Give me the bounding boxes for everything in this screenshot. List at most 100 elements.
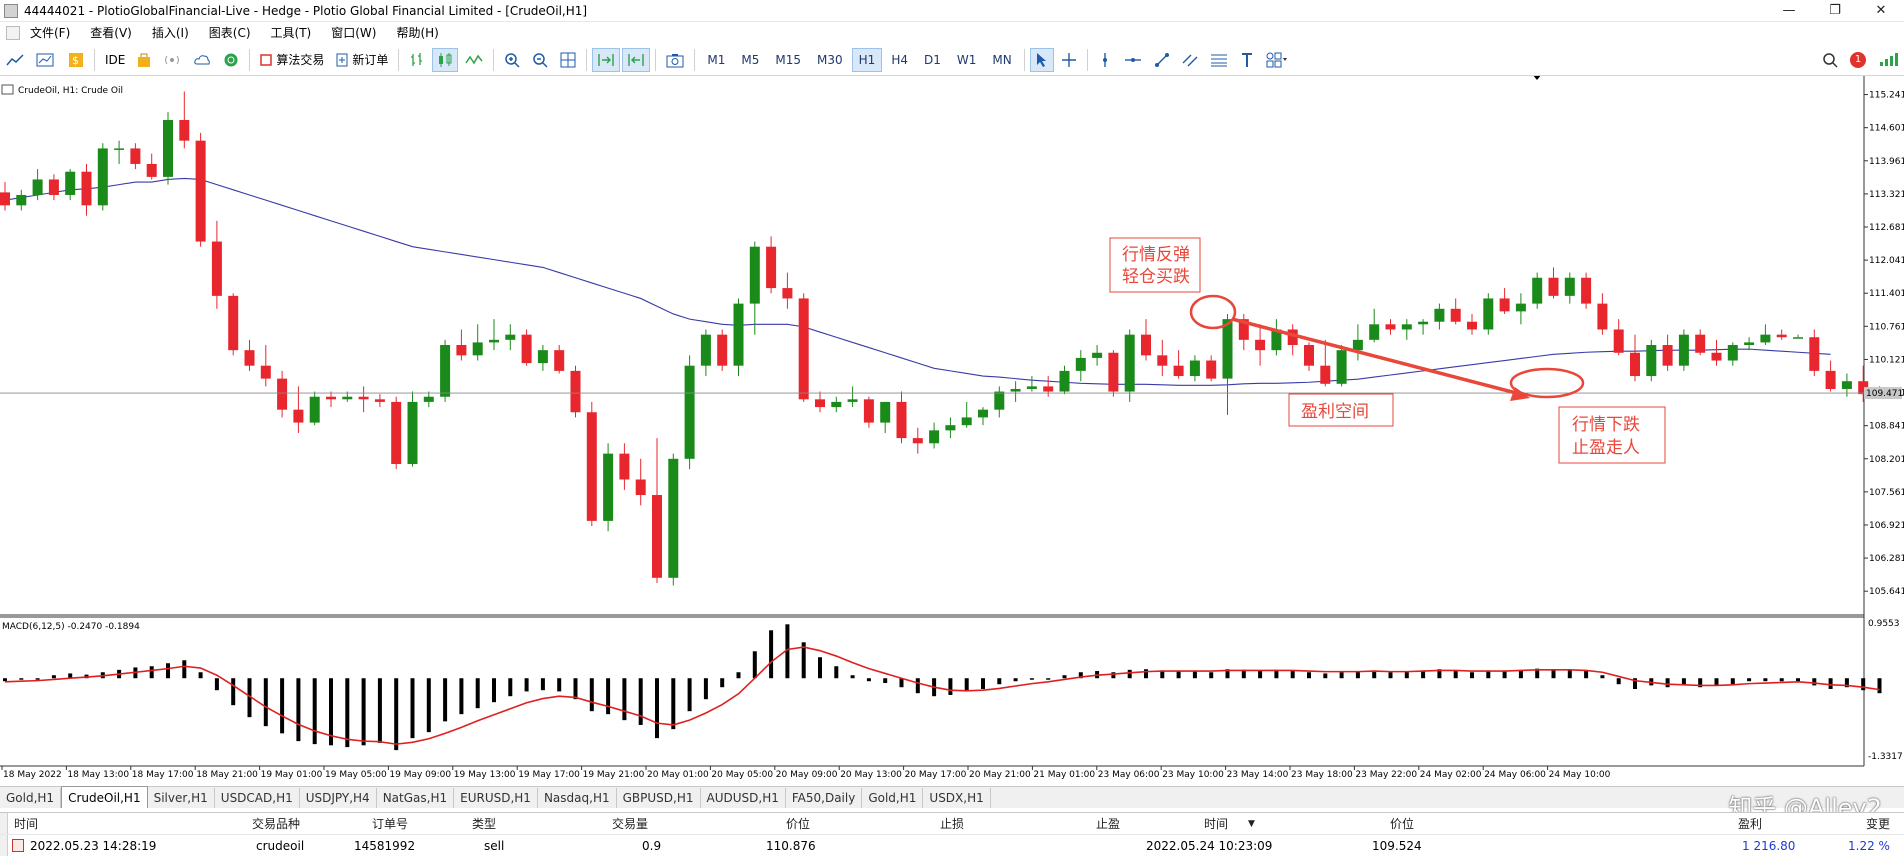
- timeframe-h4[interactable]: H4: [884, 48, 915, 72]
- horizontal-line-icon[interactable]: [1119, 48, 1147, 72]
- candle-body: [0, 192, 10, 206]
- trendline-icon[interactable]: [1149, 48, 1175, 72]
- signal-strength-icon[interactable]: [1873, 48, 1903, 72]
- col-header-tp[interactable]: 止盈: [1096, 813, 1120, 835]
- candle: [1434, 303, 1445, 330]
- bag-icon[interactable]: [132, 48, 156, 72]
- timeframe-m5[interactable]: M5: [734, 48, 766, 72]
- chart-properties-icon[interactable]: [1, 84, 14, 95]
- candle: [407, 391, 418, 467]
- col-header-price[interactable]: 价位: [786, 813, 810, 835]
- time-tick-label: 19 May 21:00: [583, 770, 645, 780]
- timeframe-m1[interactable]: M1: [700, 48, 732, 72]
- tab-usdjpy-h4[interactable]: USDJPY,H4: [300, 788, 377, 808]
- screenshot-icon[interactable]: [661, 48, 689, 72]
- crosshair-icon[interactable]: [1056, 48, 1082, 72]
- chart-shift-icon[interactable]: [622, 47, 651, 72]
- tab-fa50-daily[interactable]: FA50,Daily: [786, 788, 863, 808]
- menu-tools[interactable]: 工具(T): [261, 22, 322, 44]
- candle-body: [130, 148, 141, 164]
- menu-help[interactable]: 帮助(H): [386, 22, 448, 44]
- tab-crudeoil-h1[interactable]: CrudeOil,H1: [61, 786, 148, 808]
- col-header-close-time[interactable]: 时间: [1204, 813, 1228, 835]
- tab-nasdaq-h1[interactable]: Nasdaq,H1: [538, 788, 617, 808]
- chart-area[interactable]: CrudeOil, H1: Crude Oil MACD(6,12,5) -0.…: [0, 76, 1904, 786]
- candle: [179, 91, 190, 149]
- col-header-volume[interactable]: 交易量: [612, 813, 648, 835]
- candle: [358, 386, 369, 413]
- tab-eurusd-h1[interactable]: EURUSD,H1: [454, 788, 538, 808]
- price-tick-label: 107.561: [1869, 488, 1904, 498]
- macd-bar: [312, 678, 317, 745]
- col-header-profit[interactable]: 盈利: [1738, 813, 1762, 835]
- timeframe-m30[interactable]: M30: [810, 48, 850, 72]
- line-chart-icon[interactable]: [1, 48, 29, 72]
- tab-silver-h1[interactable]: Silver,H1: [148, 788, 215, 808]
- zoom-out-icon[interactable]: [527, 48, 553, 72]
- restore-button[interactable]: ❐: [1812, 0, 1858, 22]
- channel-icon[interactable]: [1177, 48, 1203, 72]
- globe-icon[interactable]: [218, 48, 244, 72]
- col-header-ticket[interactable]: 订单号: [372, 813, 408, 835]
- tab-gold-h1-2[interactable]: Gold,H1: [862, 788, 924, 808]
- signal-icon[interactable]: [158, 48, 186, 72]
- timeframe-h1[interactable]: H1: [851, 47, 883, 72]
- text-tool-icon[interactable]: [1235, 48, 1259, 72]
- notifications-button[interactable]: 1: [1845, 48, 1871, 72]
- minimize-button[interactable]: —: [1766, 0, 1812, 22]
- tab-gbpusd-h1[interactable]: GBPUSD,H1: [617, 788, 701, 808]
- price-chart[interactable]: CrudeOil, H1: Crude Oil MACD(6,12,5) -0.…: [0, 76, 1904, 786]
- fibonacci-icon[interactable]: [1205, 48, 1233, 72]
- candle: [277, 370, 288, 418]
- candle: [733, 298, 744, 377]
- timeframe-m15[interactable]: M15: [768, 48, 808, 72]
- macd-bar: [263, 678, 268, 727]
- col-header-time[interactable]: 时间: [14, 813, 38, 835]
- candle-body: [1581, 277, 1592, 304]
- col-header-sl[interactable]: 止损: [940, 813, 964, 835]
- candle: [1450, 298, 1461, 325]
- auto-scroll-icon[interactable]: [592, 47, 621, 72]
- candle: [505, 324, 516, 351]
- table-row[interactable]: 2022.05.23 14:28:19 crudeoil 14581992 se…: [0, 835, 1904, 856]
- price-tick-label: 108.201: [1869, 455, 1904, 465]
- menu-file[interactable]: 文件(F): [20, 22, 80, 44]
- tab-usdx-h1[interactable]: USDX,H1: [923, 788, 991, 808]
- ide-button[interactable]: IDE: [100, 48, 130, 72]
- timeframe-mn[interactable]: MN: [985, 48, 1018, 72]
- chart-window-icon[interactable]: [31, 48, 61, 72]
- col-header-type[interactable]: 类型: [472, 813, 496, 835]
- grid-icon[interactable]: [555, 48, 581, 72]
- tab-natgas-h1[interactable]: NatGas,H1: [377, 788, 455, 808]
- candle-body: [1434, 308, 1445, 322]
- cursor-icon[interactable]: [1029, 47, 1054, 72]
- col-header-change[interactable]: 变更: [1866, 813, 1890, 835]
- vertical-line-icon[interactable]: [1093, 48, 1117, 72]
- candle: [1597, 293, 1608, 335]
- line-icon[interactable]: [460, 48, 488, 72]
- menu-charts[interactable]: 图表(C): [199, 22, 261, 44]
- cloud-icon[interactable]: [188, 48, 216, 72]
- shapes-icon[interactable]: [1261, 48, 1293, 72]
- tab-usdcad-h1[interactable]: USDCAD,H1: [215, 788, 300, 808]
- timeframe-d1[interactable]: D1: [917, 48, 948, 72]
- menu-window[interactable]: 窗口(W): [321, 22, 386, 44]
- timeframe-w1[interactable]: W1: [950, 48, 984, 72]
- tab-audusd-h1[interactable]: AUDUSD,H1: [701, 788, 786, 808]
- zoom-in-icon[interactable]: [499, 48, 525, 72]
- close-button[interactable]: ✕: [1858, 0, 1904, 22]
- search-icon[interactable]: [1817, 48, 1843, 72]
- menu-insert[interactable]: 插入(I): [142, 22, 199, 44]
- new-order-button[interactable]: 新订单: [331, 48, 393, 72]
- algo-trading-button[interactable]: 算法交易: [255, 48, 329, 72]
- shift-marker-icon: [1533, 76, 1541, 80]
- menu-view[interactable]: 查看(V): [80, 22, 142, 44]
- candlestick-icon[interactable]: [432, 47, 459, 72]
- bar-chart-icon[interactable]: [404, 48, 430, 72]
- tab-gold-h1[interactable]: Gold,H1: [0, 788, 62, 808]
- col-header-symbol[interactable]: 交易品种: [252, 813, 300, 835]
- col-header-close-price[interactable]: 价位: [1390, 813, 1414, 835]
- macd-bar: [1323, 673, 1328, 679]
- dollar-icon[interactable]: $: [63, 48, 89, 72]
- candle: [586, 401, 597, 527]
